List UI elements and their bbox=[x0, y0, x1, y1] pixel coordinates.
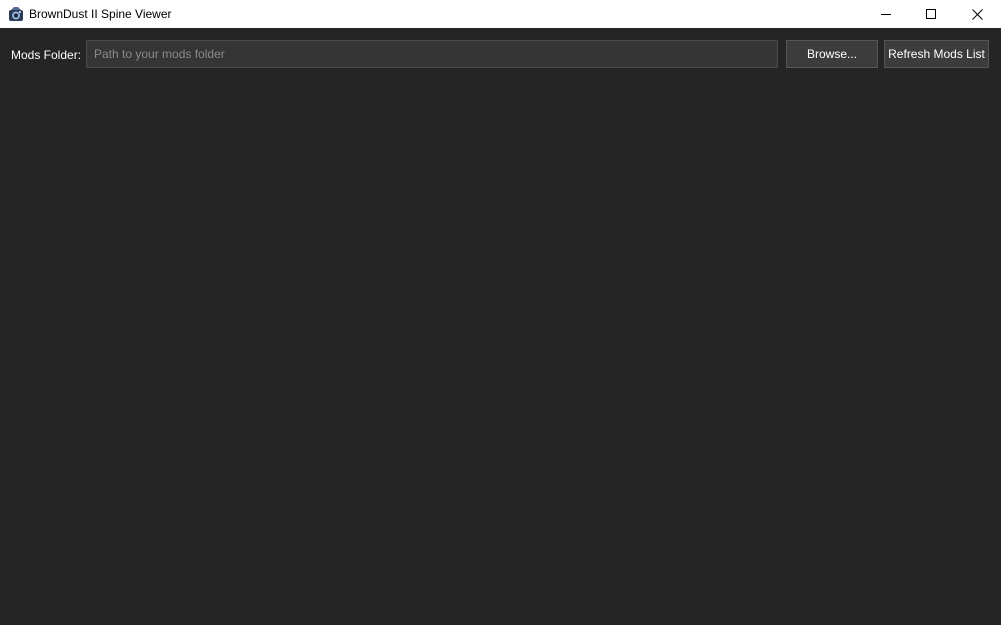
mods-folder-label: Mods Folder: bbox=[11, 48, 82, 62]
maximize-button[interactable] bbox=[908, 0, 954, 28]
app-icon bbox=[8, 6, 24, 22]
main-content-area bbox=[0, 80, 1001, 625]
title-bar[interactable]: BrownDust II Spine Viewer bbox=[0, 0, 1001, 28]
refresh-mods-list-button[interactable]: Refresh Mods List bbox=[884, 40, 989, 68]
mods-folder-toolbar: Mods Folder: Browse... Refresh Mods List bbox=[0, 28, 1001, 80]
app-window: BrownDust II Spine Viewer Mods Folder: B… bbox=[0, 0, 1001, 625]
mods-folder-path-input[interactable] bbox=[86, 40, 778, 68]
browse-button[interactable]: Browse... bbox=[786, 40, 878, 68]
close-button[interactable] bbox=[954, 0, 1000, 28]
minimize-icon bbox=[881, 14, 891, 15]
close-icon bbox=[971, 8, 983, 20]
maximize-icon bbox=[926, 9, 936, 19]
window-title: BrownDust II Spine Viewer bbox=[29, 7, 172, 21]
minimize-button[interactable] bbox=[863, 0, 909, 28]
